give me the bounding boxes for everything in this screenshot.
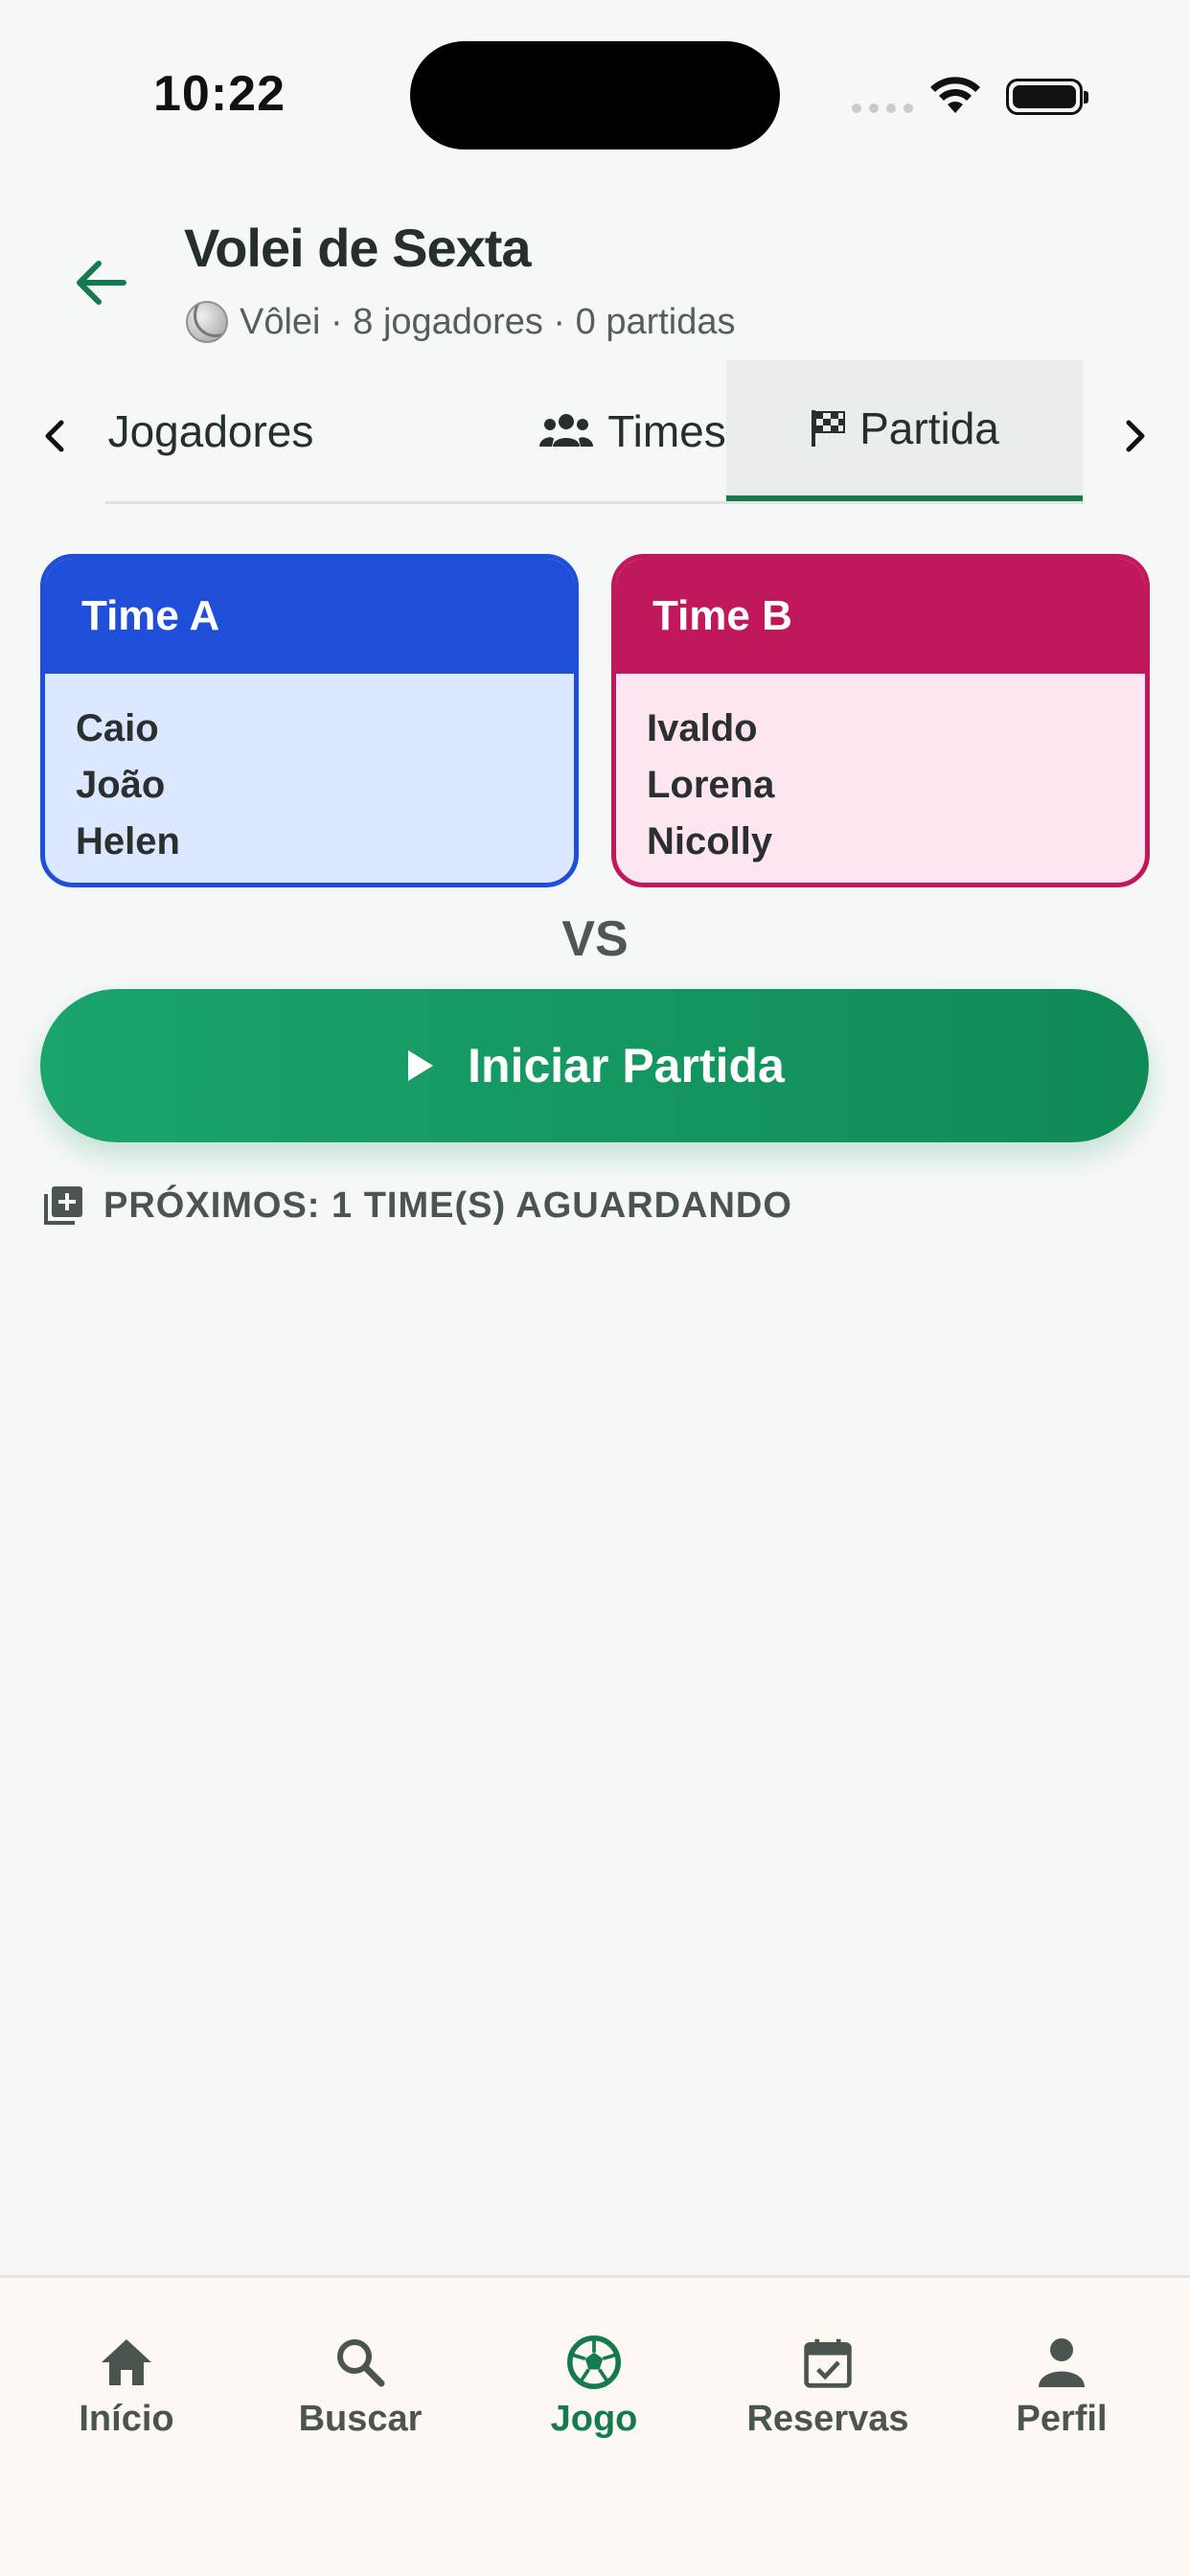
- start-match-button[interactable]: Iniciar Partida: [40, 989, 1149, 1142]
- arrow-back-icon: [77, 261, 126, 305]
- player-name: Nicolly: [647, 820, 773, 862]
- volleyball-icon: [186, 301, 228, 343]
- tab-partida[interactable]: Partida: [726, 360, 1083, 501]
- cellular-signal-icon: [852, 104, 913, 113]
- nav-item-inicio[interactable]: Início: [21, 2335, 232, 2440]
- start-match-label: Iniciar Partida: [468, 1039, 785, 1092]
- soccer-ball-icon: [567, 2335, 621, 2389]
- player-name: João: [76, 764, 166, 806]
- chevron-right-icon: [1126, 420, 1145, 452]
- nav-item-perfil[interactable]: Perfil: [956, 2335, 1167, 2440]
- next-teams-label: PRÓXIMOS: 1 TIME(S) AGUARDANDO: [103, 1184, 792, 1226]
- calendar-check-icon: [804, 2338, 852, 2388]
- back-button[interactable]: [67, 249, 134, 316]
- nav-item-buscar[interactable]: Buscar: [255, 2335, 466, 2440]
- dynamic-island: [410, 41, 780, 150]
- team-a-card: Time A Caio João Helen: [40, 554, 579, 887]
- bottom-navigation: Início Buscar Jogo Reservas Perfil: [0, 2275, 1190, 2576]
- home-icon: [102, 2339, 151, 2385]
- match-screen: 10:22 Volei de Sexta Vôlei · 8 jogadores…: [0, 0, 1190, 2576]
- status-time: 10:22: [153, 66, 286, 122]
- player-name: Ivaldo: [647, 707, 758, 749]
- person-icon: [1039, 2338, 1085, 2387]
- page-title: Volei de Sexta: [184, 218, 532, 278]
- nav-label: Jogo: [550, 2399, 638, 2439]
- player-name: Helen: [76, 820, 180, 862]
- team-b-card: Time B Ivaldo Lorena Nicolly: [611, 554, 1150, 887]
- nav-label: Perfil: [1016, 2399, 1108, 2439]
- tab-label: Jogadores: [107, 405, 314, 456]
- nav-item-reservas[interactable]: Reservas: [722, 2335, 933, 2440]
- team-b-players: Ivaldo Lorena Nicolly: [616, 674, 1145, 870]
- tabs-scroll-right-button[interactable]: [1111, 402, 1159, 470]
- player-name: Caio: [76, 707, 159, 749]
- team-b-name: Time B: [616, 559, 1145, 674]
- chevron-left-icon: [45, 420, 64, 452]
- wifi-icon: [930, 77, 980, 113]
- battery-icon: [1006, 79, 1088, 115]
- group-icon: [539, 413, 594, 447]
- checkered-flag-icon: [812, 409, 846, 447]
- tab-bar: Jogadores Times Partida: [105, 360, 1083, 504]
- versus-label: VS: [561, 911, 629, 967]
- nav-label: Reservas: [746, 2399, 909, 2439]
- team-a-players: Caio João Helen: [45, 674, 574, 870]
- next-teams-header: PRÓXIMOS: 1 TIME(S) AGUARDANDO: [42, 1184, 792, 1227]
- tab-jogadores[interactable]: Jogadores: [105, 360, 431, 501]
- queue-add-icon: [44, 1186, 82, 1225]
- team-a-name: Time A: [45, 559, 574, 674]
- tabs-scroll-left-button[interactable]: [31, 402, 79, 470]
- page-subtitle: Vôlei · 8 jogadores · 0 partidas: [186, 301, 736, 343]
- nav-label: Buscar: [298, 2399, 423, 2439]
- tab-label: Times: [607, 405, 726, 456]
- nav-item-jogo[interactable]: Jogo: [489, 2335, 699, 2440]
- player-name: Lorena: [647, 764, 775, 806]
- nav-label: Início: [79, 2399, 174, 2439]
- search-icon: [337, 2339, 385, 2387]
- subtitle-text: Vôlei · 8 jogadores · 0 partidas: [240, 301, 736, 342]
- play-icon: [408, 1050, 434, 1081]
- tab-label: Partida: [859, 402, 999, 453]
